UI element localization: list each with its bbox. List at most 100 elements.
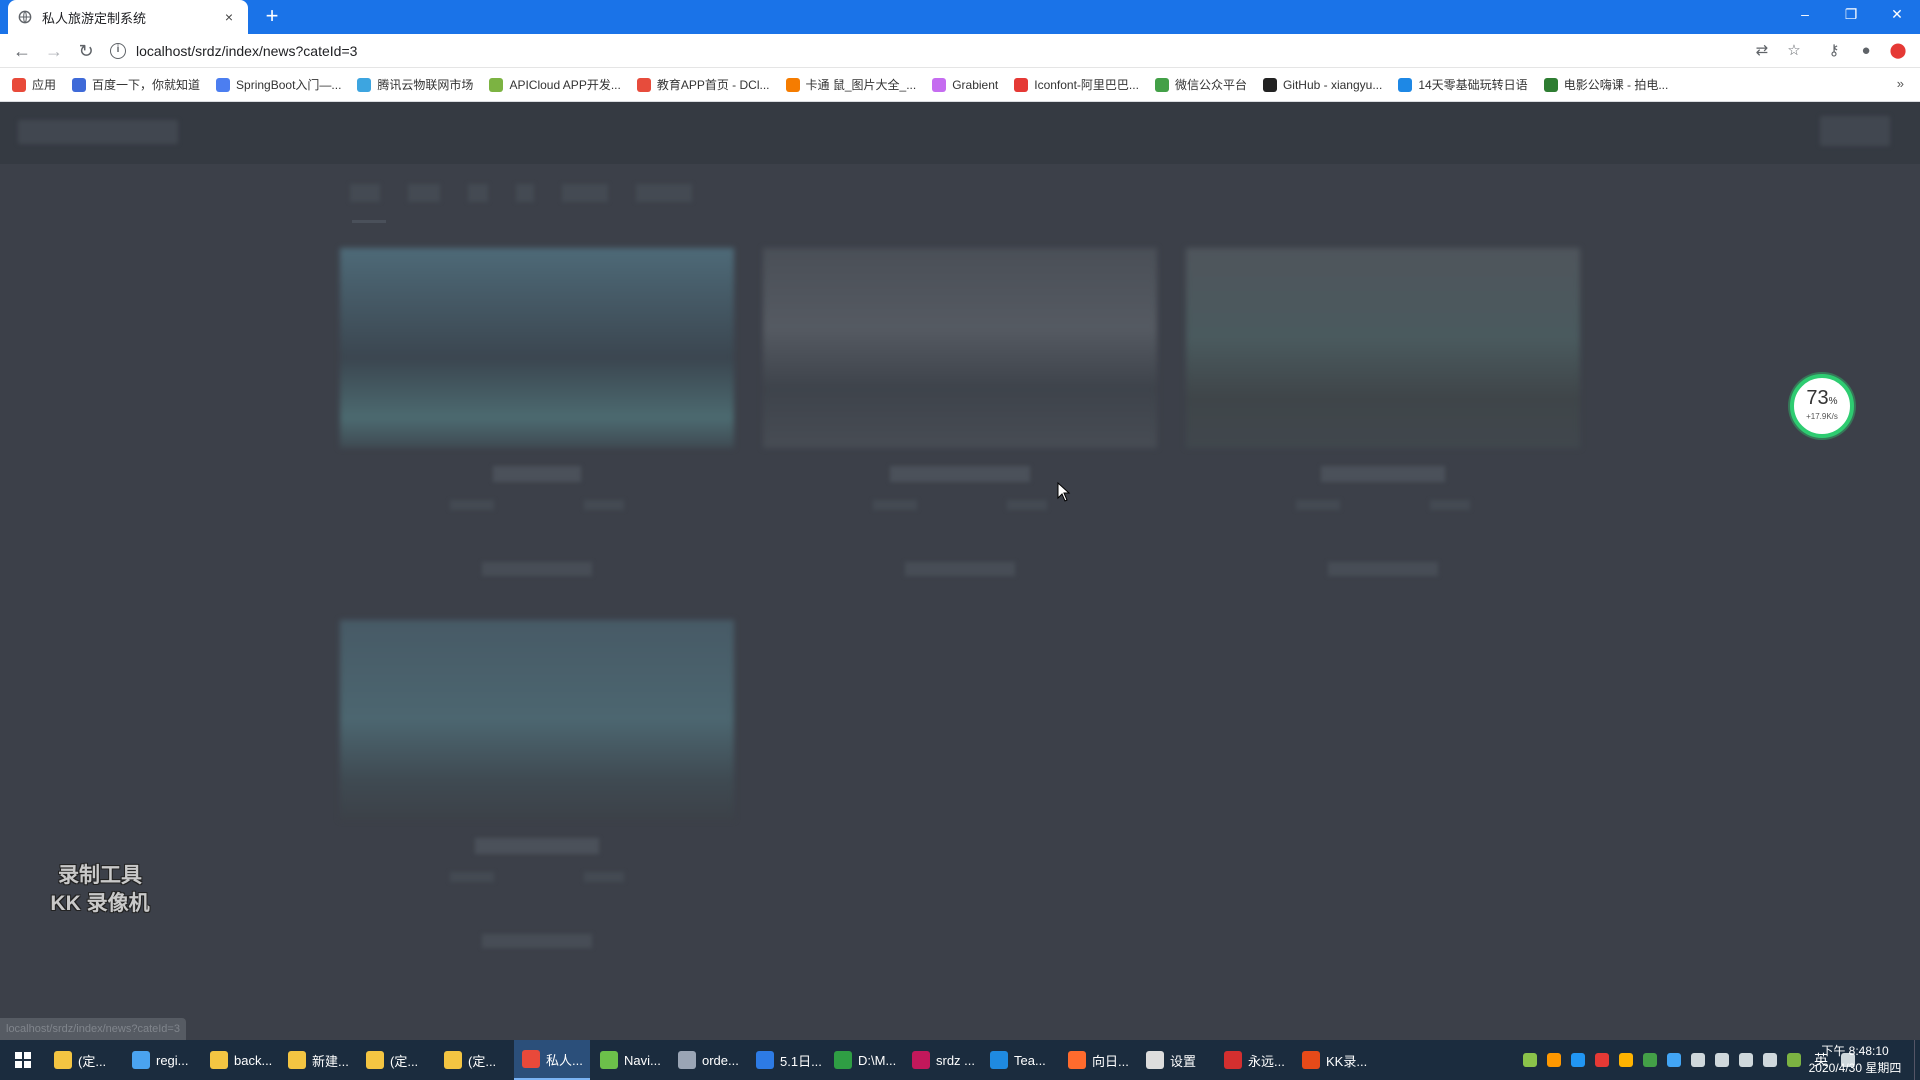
taskbar-app[interactable]: srdz ... bbox=[904, 1040, 980, 1080]
taskbar-app-label: KK录... bbox=[1326, 1053, 1368, 1069]
reload-icon[interactable]: ↻ bbox=[74, 39, 98, 63]
tray-icon[interactable] bbox=[1643, 1053, 1657, 1067]
network-speed-widget[interactable]: 73% +17.9K/s bbox=[1790, 374, 1854, 438]
taskbar-app[interactable]: Navi... bbox=[592, 1040, 668, 1080]
news-card-more-link[interactable] bbox=[482, 562, 592, 576]
taskbar-app[interactable]: 永远... bbox=[1216, 1040, 1292, 1080]
taskbar-app[interactable]: 5.1日... bbox=[748, 1040, 824, 1080]
bookmark-item[interactable]: 电影公嗨课 - 拍电... bbox=[1543, 76, 1669, 93]
bookmark-item[interactable]: SpringBoot入门—... bbox=[216, 76, 341, 93]
bookmark-label: 电影公嗨课 - 拍电... bbox=[1563, 78, 1669, 92]
bookmark-item[interactable]: 微信公众平台 bbox=[1154, 76, 1247, 93]
new-tab-button[interactable]: + bbox=[260, 5, 284, 29]
app-icon bbox=[1146, 1051, 1164, 1069]
taskbar-app-label: Tea... bbox=[1014, 1052, 1046, 1068]
site-logo[interactable] bbox=[18, 120, 178, 144]
news-card-title[interactable] bbox=[475, 838, 599, 854]
browser-tab[interactable]: 私人旅游定制系统 × bbox=[8, 0, 248, 34]
news-card-title[interactable] bbox=[1321, 466, 1445, 482]
taskbar-app[interactable]: regi... bbox=[124, 1040, 200, 1080]
bookmark-item[interactable]: GitHub - xiangyu... bbox=[1262, 77, 1382, 92]
bluetooth-icon[interactable] bbox=[1667, 1053, 1681, 1067]
category-tab[interactable] bbox=[350, 184, 380, 202]
profile-icon[interactable]: ● bbox=[1856, 41, 1876, 61]
category-tab[interactable] bbox=[636, 184, 692, 202]
news-card-meta bbox=[1186, 500, 1580, 510]
bookmark-item[interactable]: 教育APP首页 - DCl... bbox=[636, 76, 770, 93]
taskbar-app[interactable]: back... bbox=[202, 1040, 278, 1080]
news-card-title[interactable] bbox=[890, 466, 1030, 482]
category-tab[interactable] bbox=[408, 184, 440, 202]
forward-icon[interactable]: → bbox=[42, 39, 66, 63]
news-card[interactable] bbox=[340, 620, 734, 948]
taskbar-app[interactable]: Tea... bbox=[982, 1040, 1058, 1080]
wifi-icon[interactable] bbox=[1739, 1053, 1753, 1067]
news-card-more-link[interactable] bbox=[482, 934, 592, 948]
bookmark-item[interactable]: 应用 bbox=[12, 76, 56, 93]
tab-close-icon[interactable]: × bbox=[220, 9, 238, 25]
translate-icon[interactable]: ⇄ bbox=[1752, 41, 1772, 61]
taskbar-app[interactable]: KK录... bbox=[1294, 1040, 1370, 1080]
tray-icon[interactable] bbox=[1547, 1053, 1561, 1067]
news-card-title[interactable] bbox=[493, 466, 581, 482]
category-tab[interactable] bbox=[468, 184, 488, 202]
taskbar-app[interactable]: 向日... bbox=[1060, 1040, 1136, 1080]
bookmark-item[interactable]: APICloud APP开发... bbox=[489, 76, 621, 93]
bookmark-item[interactable]: 14天零基础玩转日语 bbox=[1398, 76, 1528, 93]
bookmark-item[interactable]: Grabient bbox=[932, 77, 998, 92]
category-tab[interactable] bbox=[562, 184, 608, 202]
minimize-button[interactable]: – bbox=[1782, 0, 1828, 30]
bookmark-item[interactable]: 百度一下，你就知道 bbox=[72, 76, 200, 93]
category-tab[interactable] bbox=[516, 184, 534, 202]
bookmark-star-icon[interactable]: ☆ bbox=[1784, 41, 1804, 61]
news-card[interactable] bbox=[763, 248, 1157, 576]
extension-icon[interactable]: ⬤ bbox=[1888, 41, 1908, 61]
taskbar-app[interactable]: D:\M... bbox=[826, 1040, 902, 1080]
app-icon bbox=[678, 1051, 696, 1069]
ime-icon[interactable] bbox=[1787, 1053, 1801, 1067]
bookmarks-more-icon[interactable]: » bbox=[1897, 76, 1904, 91]
bookmark-item[interactable]: 腾讯云物联网市场 bbox=[357, 76, 473, 93]
taskbar-app[interactable]: orde... bbox=[670, 1040, 746, 1080]
close-window-button[interactable]: ✕ bbox=[1874, 0, 1920, 30]
news-card-more-link[interactable] bbox=[905, 562, 1015, 576]
bookmark-favicon-icon bbox=[1262, 77, 1277, 92]
taskbar-app[interactable]: (定... bbox=[46, 1040, 122, 1080]
show-desktop-button[interactable] bbox=[1914, 1040, 1920, 1080]
system-clock[interactable]: 下午 8:48:10 2020/4/30 星期四 bbox=[1800, 1043, 1910, 1077]
site-info-icon[interactable]: i bbox=[110, 43, 126, 59]
news-card-more-link[interactable] bbox=[1328, 562, 1438, 576]
bookmark-favicon-icon bbox=[636, 77, 651, 92]
tray-icon[interactable] bbox=[1619, 1053, 1633, 1067]
taskbar-app[interactable]: 设置 bbox=[1138, 1040, 1214, 1080]
bookmark-favicon-icon bbox=[1154, 77, 1169, 92]
bookmark-favicon-icon bbox=[489, 77, 504, 92]
news-card-image[interactable] bbox=[340, 248, 734, 448]
key-icon[interactable]: ⚷ bbox=[1824, 41, 1844, 61]
tray-icon[interactable] bbox=[1523, 1053, 1537, 1067]
news-card-image[interactable] bbox=[763, 248, 1157, 448]
tray-icon[interactable] bbox=[1595, 1053, 1609, 1067]
active-tab-underline bbox=[352, 220, 386, 223]
address-bar[interactable]: i localhost/srdz/index/news?cateId=3 bbox=[110, 37, 1760, 65]
usb-icon[interactable] bbox=[1691, 1053, 1705, 1067]
restore-button[interactable]: ❐ bbox=[1828, 0, 1874, 30]
volume-icon[interactable] bbox=[1763, 1053, 1777, 1067]
taskbar-app[interactable]: 新建... bbox=[280, 1040, 356, 1080]
site-user-menu[interactable] bbox=[1820, 116, 1890, 146]
start-button[interactable] bbox=[0, 1040, 46, 1080]
taskbar-app[interactable]: (定... bbox=[436, 1040, 512, 1080]
news-card[interactable] bbox=[1186, 248, 1580, 576]
news-card-image[interactable] bbox=[340, 620, 734, 820]
bookmark-item[interactable]: 卡通 鼠_图片大全_... bbox=[785, 76, 916, 93]
news-card[interactable] bbox=[340, 248, 734, 576]
back-icon[interactable]: ← bbox=[10, 39, 34, 63]
taskbar-app[interactable]: 私人... bbox=[514, 1040, 590, 1080]
taskbar-app[interactable]: (定... bbox=[358, 1040, 434, 1080]
browser-toolbar: ← → ↻ i localhost/srdz/index/news?cateId… bbox=[0, 34, 1920, 68]
battery-icon[interactable] bbox=[1715, 1053, 1729, 1067]
news-card-image[interactable] bbox=[1186, 248, 1580, 448]
bookmark-favicon-icon bbox=[1543, 77, 1558, 92]
bookmark-item[interactable]: Iconfont-阿里巴巴... bbox=[1014, 76, 1139, 93]
tray-icon[interactable] bbox=[1571, 1053, 1585, 1067]
